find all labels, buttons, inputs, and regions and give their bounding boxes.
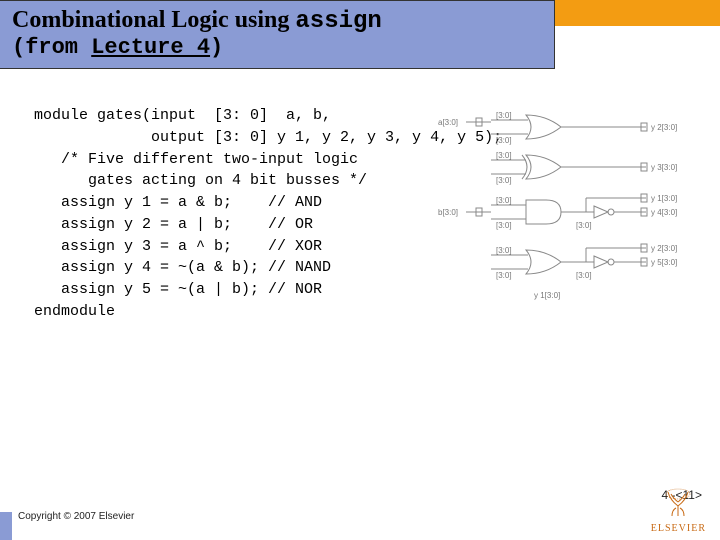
- slide-subtitle: (from Lecture 4): [12, 35, 542, 60]
- code-line: module gates(input [3: 0] a, b,: [34, 107, 331, 124]
- copyright-footer: Copyright © 2007 Elsevier: [18, 511, 134, 522]
- bus-label: [3:0]: [496, 246, 512, 255]
- bus-label: [3:0]: [496, 136, 512, 145]
- or-gate2-icon: [491, 248, 646, 274]
- code-line: assign y 5 = ~(a | b); // NOR: [34, 281, 322, 298]
- bus-label: [3:0]: [576, 271, 592, 280]
- bus-label: [3:0]: [496, 151, 512, 160]
- code-line: endmodule: [34, 303, 115, 320]
- extra-label-y1: y 1[3:0]: [534, 291, 560, 300]
- title-bar: Combinational Logic using assign (from L…: [0, 0, 555, 69]
- out-y2: y 2[3:0]: [651, 123, 677, 132]
- out-y4: y 4[3:0]: [651, 208, 677, 217]
- code-line: assign y 1 = a & b; // AND: [34, 194, 322, 211]
- out-y3: y 3[3:0]: [651, 163, 677, 172]
- bus-label: [3:0]: [496, 176, 512, 185]
- code-line: assign y 3 = a ^ b; // XOR: [34, 238, 322, 255]
- bus-label: [3:0]: [496, 196, 512, 205]
- subtitle-link: Lecture 4: [91, 35, 210, 60]
- label-b: b[3:0]: [438, 208, 458, 217]
- code-line: assign y 4 = ~(a & b); // NAND: [34, 259, 331, 276]
- tree-icon: [658, 488, 698, 518]
- code-line: assign y 2 = a | b; // OR: [34, 216, 313, 233]
- title-prefix: Combinational Logic using: [12, 7, 295, 33]
- schematic-diagram: a[3:0] b[3:0] [3:0] [3:0] y 2[3:0] [3:0]…: [436, 110, 716, 330]
- title-mono: assign: [295, 8, 381, 35]
- or-gate-icon: [491, 115, 646, 139]
- bus-label: [3:0]: [496, 271, 512, 280]
- out-y5: y 5[3:0]: [651, 258, 677, 267]
- bus-label: [3:0]: [496, 221, 512, 230]
- bus-label: [3:0]: [496, 111, 512, 120]
- subtitle-open: (from: [12, 35, 91, 60]
- subtitle-close: ): [210, 35, 223, 60]
- code-line: output [3: 0] y 1, y 2, y 3, y 4, y 5);: [34, 129, 502, 146]
- label-a: a[3:0]: [438, 118, 458, 127]
- bus-label: [3:0]: [576, 221, 592, 230]
- accent-corner: [0, 512, 12, 540]
- publisher-logo: ELSEVIER: [651, 488, 706, 534]
- slide-title: Combinational Logic using assign: [12, 7, 542, 35]
- code-line: gates acting on 4 bit busses */: [34, 172, 367, 189]
- logo-text: ELSEVIER: [651, 523, 706, 534]
- xor-gate-icon: [491, 155, 646, 179]
- and-gate-icon: [491, 198, 646, 224]
- out-y1: y 1[3:0]: [651, 194, 677, 203]
- out-y2b: y 2[3:0]: [651, 244, 677, 253]
- code-line: /* Five different two-input logic: [34, 151, 358, 168]
- accent-stripe: [540, 0, 720, 26]
